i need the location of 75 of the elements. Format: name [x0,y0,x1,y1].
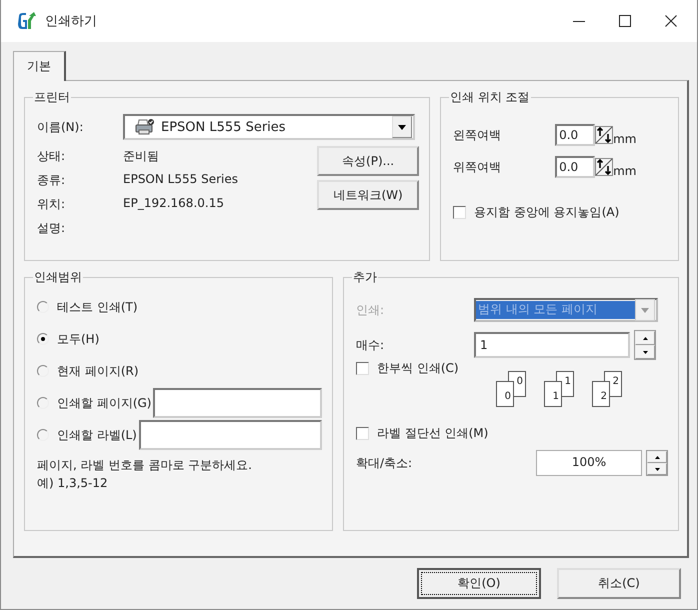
field-value: 준비됨 [123,148,159,165]
checkbox-label: 라벨 절단선 인쇄(M) [377,425,488,442]
spin-up-button[interactable] [635,331,655,345]
radio-button[interactable] [37,333,49,345]
dropdown-value: 범위 내의 모든 페이지 [476,301,635,319]
field-label: 위치: [37,196,66,213]
down-arrow-icon [642,350,648,354]
checkbox[interactable] [453,206,466,219]
hint-text: 예) 1,3,5-12 [37,475,109,492]
field-label: 상태: [37,148,66,165]
field-label: 인쇄: [356,302,386,318]
down-arrow-icon [654,468,660,470]
radio-label: 인쇄할 라벨(L) [57,426,137,444]
radio-label: 인쇄할 페이지(G) [57,394,152,412]
group-title: 프린터 [33,89,71,106]
printer-dropdown[interactable]: EPSON L555 Series [123,114,415,140]
dropdown-button[interactable] [392,116,412,138]
close-icon[interactable] [665,15,677,27]
printer-button[interactable]: 네트워크(W) [317,180,420,210]
tab[interactable]: 기본 [13,51,66,81]
field-value: EPSON L555 Series [123,172,238,188]
dialog-button[interactable]: 취소(C) [557,568,681,599]
radio-button[interactable] [37,397,49,409]
spin-arrows-icon[interactable] [595,158,614,176]
checkbox[interactable] [356,427,369,440]
group-title: 인쇄범위 [33,269,83,286]
copies-field[interactable]: 1 [474,332,630,358]
unit-label: mm [613,164,636,178]
input-field[interactable] [138,420,322,450]
printer-button[interactable]: 속성(P)... [317,146,420,176]
field-label: 왼쪽여백 [453,126,502,144]
spin-down-button[interactable] [635,345,655,359]
radio-button[interactable] [37,301,49,313]
field-value: EP_192.168.0.15 [123,196,224,212]
radio-button[interactable] [37,365,49,377]
radio-label: 현재 페이지(R) [57,362,139,380]
spin-down-button[interactable] [647,463,667,475]
printer-name: EPSON L555 Series [161,120,287,134]
page-number: 0 [504,391,511,402]
page-number: 2 [600,391,607,402]
page-number: 0 [516,376,523,387]
checkbox[interactable] [356,362,369,375]
margin-field[interactable]: 0.0 [555,156,596,178]
page-number: 1 [552,391,559,402]
spin-up-button[interactable] [647,451,667,463]
field-label: 확대/축소: [356,454,414,472]
spin-arrows-icon[interactable] [595,126,614,144]
field-label: 위쪽여백 [453,158,502,176]
field-label: 이름(N): [37,118,84,136]
printer-icon [135,118,155,136]
input-field[interactable] [153,388,322,418]
margin-field[interactable]: 0.0 [555,124,596,146]
checkbox-label: 용지함 중앙에 용지놓임(A) [474,204,620,221]
caret-icon [641,308,649,312]
page-number: 1 [564,376,571,387]
radio-label: 모두(H) [57,330,100,348]
field-label: 종류: [37,172,66,189]
up-arrow-icon [642,336,648,340]
hint-text: 페이지, 라벨 번호를 콤마로 구분하세요. [37,457,253,474]
caret-icon [398,124,406,130]
up-arrow-icon [654,456,660,458]
field-label: 설명: [37,220,66,237]
group-title: 추가 [352,269,378,286]
radio-label: 테스트 인쇄(T) [57,298,138,316]
radio-button[interactable] [37,429,49,441]
scale-field[interactable]: 100% [536,450,642,476]
unit-label: mm [613,132,636,146]
dialog-button[interactable]: 확인(O) [417,568,541,599]
field-label: 매수: [356,336,386,354]
checkbox-label: 한부씩 인쇄(C) [377,360,459,377]
app-logo-icon [17,12,37,30]
maximize-icon[interactable] [619,15,631,27]
window-title: 인쇄하기 [45,13,97,30]
group-title: 인쇄 위치 조절 [449,89,531,106]
page-number: 2 [612,376,619,387]
